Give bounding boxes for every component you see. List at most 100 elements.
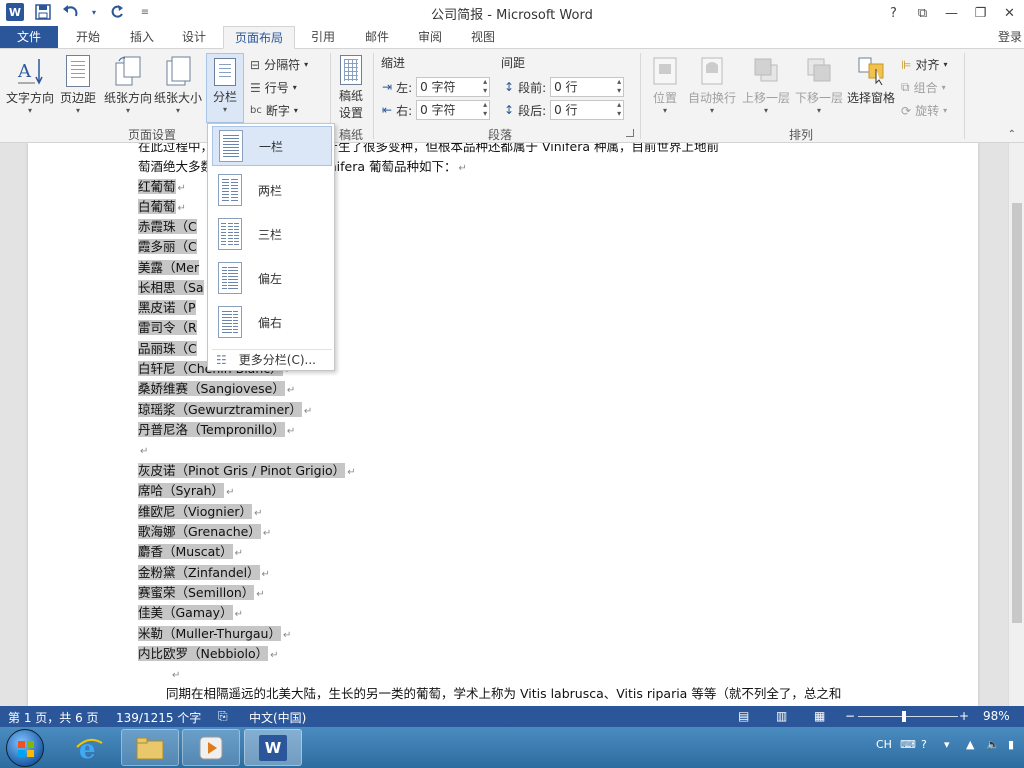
bring-forward-button[interactable]: 上移一层 ▾ (740, 55, 792, 116)
paragraph-mark: ↵ (234, 548, 244, 559)
zoom-out-button[interactable]: − (845, 709, 855, 723)
undo-icon[interactable] (62, 3, 80, 21)
paragraph-launcher-icon[interactable] (626, 129, 634, 137)
help-tray-icon[interactable]: ? (921, 738, 927, 751)
vertical-scrollbar[interactable] (1008, 143, 1024, 706)
keyboard-icon[interactable]: ⌨ (900, 738, 916, 751)
start-button[interactable] (6, 729, 44, 767)
send-backward-button[interactable]: 下移一层 ▾ (793, 55, 845, 116)
indent-right-icon: ⇤ (382, 103, 393, 117)
indent-left-input[interactable]: 0 字符 (416, 77, 491, 97)
help-button[interactable]: ? (879, 0, 908, 26)
tab-design[interactable]: 设计 (176, 26, 212, 49)
columns-right-item[interactable]: 偏右 (212, 302, 332, 342)
input-language-indicator[interactable]: CH (876, 738, 892, 751)
rotate-label: 旋转 (915, 104, 940, 118)
tab-references[interactable]: 引用 (305, 26, 341, 49)
hyphenation-button[interactable]: bc 断字 ▾ (250, 102, 298, 119)
paragraph-mark: ↵ (347, 467, 356, 478)
save-icon[interactable] (34, 3, 52, 21)
align-button[interactable]: ⊫ 对齐 ▾ (901, 56, 947, 73)
more-columns-item[interactable]: ☷ 更多分栏(C)... (212, 349, 332, 369)
close-button[interactable]: ✕ (995, 0, 1024, 26)
zoom-slider-thumb[interactable] (902, 711, 906, 722)
spacing-after-input[interactable]: 0 行 (550, 100, 625, 120)
paragraph-mark: ↵ (458, 163, 467, 174)
breaks-button[interactable]: ⊟ 分隔符 ▾ (250, 56, 308, 73)
selection-pane-button[interactable]: 选择窗格 (846, 55, 896, 106)
indent-title: 缩进 (381, 56, 406, 70)
word-app-icon[interactable]: W (6, 3, 24, 21)
taskbar-word[interactable]: W (244, 729, 302, 766)
paragraph-mark: ↵ (286, 385, 296, 396)
list-item: ↵ (138, 440, 148, 461)
ribbon-display-options-button[interactable]: ⧉ (908, 0, 937, 26)
sign-in-link[interactable]: 登录 (998, 26, 1022, 48)
print-layout-icon[interactable]: ▥ (776, 709, 787, 723)
text-direction-button[interactable]: A 文字方向 ▾ (4, 55, 56, 116)
zoom-slider[interactable] (858, 716, 958, 717)
taskbar-internet-explorer[interactable]: e (60, 729, 118, 766)
list-item-text: 佳美（Gamay） (138, 605, 233, 620)
wrap-text-button[interactable]: 自动换行 ▾ (686, 55, 738, 116)
columns-left-item[interactable]: 偏左 (212, 258, 332, 298)
redo-icon[interactable] (108, 3, 126, 21)
read-mode-icon[interactable]: ▤ (738, 709, 749, 723)
list-item: 席哈（Syrah） ↵ (138, 481, 234, 502)
spacing-title: 间距 (501, 56, 526, 70)
zoom-level[interactable]: 98% (983, 709, 1010, 723)
tab-view[interactable]: 视图 (465, 26, 501, 49)
tray-menu-icon[interactable]: ▾ (944, 738, 950, 751)
list-item-text: 麝香（Muscat） (138, 544, 233, 559)
tab-mailings[interactable]: 邮件 (359, 26, 395, 49)
spacing-before-icon: ↕ (504, 80, 515, 94)
page-count-status[interactable]: 第 1 页，共 6 页 (8, 709, 99, 726)
list-item: 佳美（Gamay） ↵ (138, 603, 243, 624)
columns-two-item[interactable]: 两栏 (212, 170, 332, 210)
list-item: 灰皮诺（Pinot Gris / Pinot Grigio） ↵ (138, 461, 356, 482)
line-numbers-button[interactable]: ☰ 行号 ▾ (250, 79, 297, 96)
customize-qat-icon[interactable]: ≡ (136, 3, 154, 21)
orientation-button[interactable]: 纸张方向 ▾ (104, 55, 152, 116)
zoom-in-button[interactable]: + (959, 709, 969, 723)
language-status[interactable]: 中文(中国) (249, 709, 306, 726)
tab-file[interactable]: 文件 (0, 26, 58, 49)
position-button[interactable]: 位置 ▾ (646, 55, 684, 116)
taskbar-file-explorer[interactable] (121, 729, 179, 766)
list-item: 赛蜜荣（Semillon） ↵ (138, 583, 265, 604)
status-bar: 第 1 页，共 6 页 139/1215 个字 ⎘ 中文(中国) ▤ ▥ ▦ −… (0, 706, 1024, 727)
spacing-before-input[interactable]: 0 行 (550, 77, 625, 97)
proofing-icon[interactable]: ⎘ (218, 709, 228, 724)
network-icon[interactable]: ▮ (1008, 738, 1014, 751)
collapse-ribbon-icon[interactable]: ⌃ (1008, 129, 1016, 140)
tab-review[interactable]: 审阅 (412, 26, 448, 49)
tab-insert[interactable]: 插入 (124, 26, 160, 49)
tab-page-layout[interactable]: 页面布局 (223, 26, 295, 49)
margins-button[interactable]: 页边距 ▾ (58, 55, 98, 116)
word-count-status[interactable]: 139/1215 个字 (116, 709, 201, 726)
scrollbar-thumb[interactable] (1012, 203, 1022, 623)
size-button[interactable]: 纸张大小 ▾ (153, 55, 203, 116)
web-layout-icon[interactable]: ▦ (814, 709, 825, 723)
manuscript-settings-button[interactable]: 稿纸 设置 (334, 55, 368, 121)
document-page[interactable]: 在此过程中，……的东交替至充腥产生了很多变种，但根本品种还都属于 Vinifer… (28, 143, 978, 706)
volume-icon[interactable]: 🔈 (986, 738, 1000, 751)
minimize-button[interactable]: — (937, 0, 966, 26)
tab-home[interactable]: 开始 (70, 26, 106, 49)
indent-right-input[interactable]: 0 字符 (416, 100, 491, 120)
paper-size-icon (163, 55, 193, 87)
restore-button[interactable]: ❐ (966, 0, 995, 26)
manuscript-label-2: 设置 (338, 106, 363, 120)
undo-dropdown-icon[interactable]: ▾ (90, 3, 98, 21)
group-button[interactable]: ⧉ 组合 ▾ (901, 79, 946, 96)
rotate-button[interactable]: ⟳ 旋转 ▾ (901, 102, 947, 119)
paragraph-mark: ↵ (262, 528, 272, 539)
columns-one-item[interactable]: 一栏 (212, 126, 332, 166)
separator (373, 53, 374, 139)
svg-text:A: A (17, 61, 32, 82)
list-item: 桑娇维赛（Sangiovese） ↵ (138, 379, 295, 400)
taskbar-media-player[interactable] (182, 729, 240, 766)
show-hidden-icons[interactable]: ▲ (966, 738, 974, 751)
columns-three-item[interactable]: 三栏 (212, 214, 332, 254)
columns-button[interactable]: 分栏 ▾ (206, 53, 244, 123)
